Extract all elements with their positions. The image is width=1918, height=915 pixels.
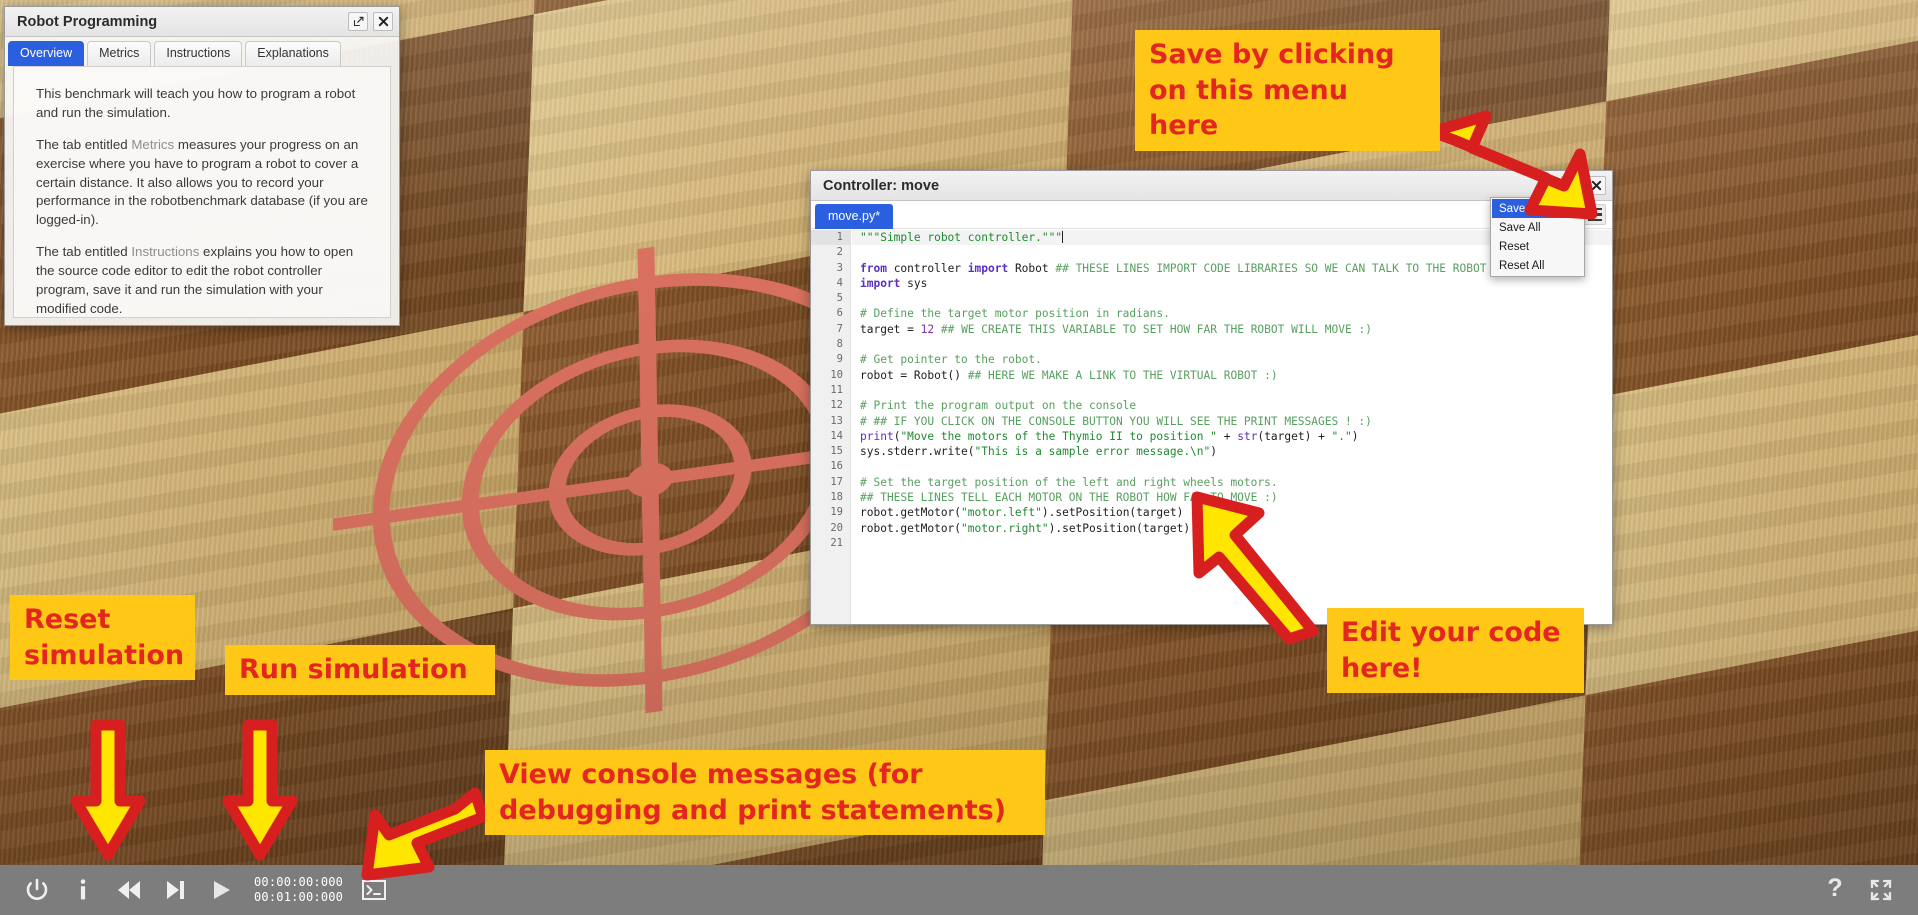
- code-line[interactable]: # Define the target motor position in ra…: [852, 306, 1612, 321]
- step-icon: [167, 881, 184, 899]
- step-button[interactable]: [152, 867, 198, 913]
- info-button[interactable]: [60, 867, 106, 913]
- code-line[interactable]: [852, 459, 1612, 474]
- line-number: 16: [830, 460, 843, 473]
- overview-paragraph-2: The tab entitled Metrics measures your p…: [36, 136, 368, 230]
- arrow-to-run-icon: [222, 719, 298, 861]
- power-button[interactable]: [14, 867, 60, 913]
- info-icon: [80, 879, 86, 900]
- line-number: 7: [836, 322, 843, 335]
- line-number: 2: [836, 246, 843, 259]
- code-line[interactable]: sys.stderr.write("This is a sample error…: [852, 444, 1612, 459]
- line-number: 1: [811, 230, 850, 246]
- annotation-console: View console messages (for debugging and…: [485, 750, 1045, 836]
- line-number: 4: [836, 276, 843, 289]
- line-number: 12: [830, 399, 843, 412]
- close-button[interactable]: [373, 12, 393, 31]
- p2-before: The tab entitled: [36, 136, 132, 152]
- code-line[interactable]: # ## IF YOU CLICK ON THE CONSOLE BUTTON …: [852, 414, 1612, 429]
- annotation-save-menu: Save by clicking on this menu here: [1135, 30, 1440, 151]
- code-line[interactable]: [852, 383, 1612, 398]
- annotation-reset-sim: Reset simulation: [10, 595, 195, 681]
- play-icon: [214, 881, 230, 899]
- menu-item-reset-all-label: Reset All: [1499, 259, 1545, 272]
- line-number: 18: [830, 491, 843, 504]
- time-current: 00:00:00:000: [254, 874, 344, 889]
- editor-window-title: Controller: move: [823, 177, 940, 194]
- time-total: 00:01:00:000: [254, 890, 344, 904]
- arrow-to-code-icon: [1191, 491, 1319, 645]
- code-line[interactable]: import sys: [852, 276, 1612, 291]
- line-number: 6: [836, 307, 843, 320]
- robot-window-title: Robot Programming: [17, 13, 158, 30]
- help-icon: ?: [1827, 875, 1842, 902]
- overview-panel: This benchmark will teach you how to pro…: [13, 66, 391, 318]
- line-number: 20: [830, 521, 843, 534]
- p2-metrics-link: Metrics: [131, 136, 175, 152]
- svg-text:?: ?: [1827, 875, 1842, 902]
- arrow-to-menu-icon: [1426, 110, 1598, 220]
- code-line[interactable]: # Get pointer to the robot.: [852, 352, 1612, 367]
- p3-before: The tab entitled: [36, 244, 132, 260]
- app-root: Robot Programming Overview Metrics Instr…: [0, 0, 1918, 915]
- code-line[interactable]: robot = Robot() ## HERE WE MAKE A LINK T…: [852, 368, 1612, 383]
- code-line[interactable]: [852, 337, 1612, 352]
- menu-item-reset-label: Reset: [1499, 240, 1530, 253]
- robot-programming-window[interactable]: Robot Programming Overview Metrics Instr…: [4, 6, 400, 326]
- overview-paragraph-3: The tab entitled Instructions explains y…: [36, 243, 368, 317]
- rewind-icon: [118, 881, 140, 899]
- help-button[interactable]: ?: [1812, 867, 1858, 913]
- file-tab-move-py[interactable]: move.py*: [815, 204, 894, 229]
- robot-window-titlebar: Robot Programming: [5, 7, 399, 37]
- code-line[interactable]: [852, 291, 1612, 306]
- power-icon: [26, 878, 48, 900]
- code-line[interactable]: print("Move the motors of the Thymio II …: [852, 429, 1612, 444]
- annotation-run-sim: Run simulation: [225, 645, 495, 695]
- menu-item-reset[interactable]: Reset: [1492, 237, 1583, 256]
- line-number: 13: [830, 414, 843, 427]
- overview-paragraph-1: This benchmark will teach you how to pro…: [36, 86, 356, 120]
- tab-metrics[interactable]: Metrics: [87, 41, 152, 66]
- line-number: 8: [836, 338, 843, 351]
- line-number: 21: [830, 536, 843, 549]
- line-number: 11: [830, 383, 843, 396]
- rewind-button[interactable]: [106, 867, 152, 913]
- fullscreen-icon: [1870, 879, 1892, 901]
- line-number: 19: [830, 506, 843, 519]
- fullscreen-button[interactable]: [1858, 867, 1904, 913]
- code-line[interactable]: target = 12 ## WE CREATE THIS VARIABLE T…: [852, 322, 1612, 337]
- annotation-edit-code: Edit your code here!: [1327, 608, 1584, 694]
- line-number-gutter: 1 2 3 4 5 6 7 8 9 10 11 12 13 14 15 16 17 18 19 20 21: [811, 230, 851, 624]
- tab-instructions[interactable]: Instructions: [154, 41, 243, 66]
- tab-overview[interactable]: Overview: [8, 41, 85, 66]
- tab-explanations[interactable]: Explanations: [245, 41, 341, 66]
- line-number: 14: [830, 429, 843, 442]
- line-number: 3: [836, 261, 843, 274]
- line-number: 5: [836, 292, 843, 305]
- popout-button[interactable]: [348, 12, 368, 31]
- line-number: 17: [830, 475, 843, 488]
- line-number: 9: [836, 353, 843, 366]
- play-button[interactable]: [198, 867, 244, 913]
- popout-icon: [353, 16, 363, 27]
- arrow-to-console-icon: [361, 787, 485, 881]
- menu-item-reset-all[interactable]: Reset All: [1492, 256, 1583, 275]
- p3-instructions-link: Instructions: [131, 244, 200, 260]
- arrow-to-reset-icon: [70, 719, 146, 861]
- close-icon: [378, 16, 388, 27]
- simulation-toolbar[interactable]: 00:00:00:000 00:01:00:000 ?: [0, 865, 1918, 915]
- code-line[interactable]: # Print the program output on the consol…: [852, 398, 1612, 413]
- robot-window-tabs[interactable]: Overview Metrics Instructions Explanatio…: [5, 40, 399, 66]
- menu-item-save-all-label: Save All: [1499, 221, 1541, 234]
- line-number: 15: [830, 445, 843, 458]
- line-number: 10: [830, 368, 843, 381]
- menu-item-save-all[interactable]: Save All: [1492, 218, 1583, 237]
- simulation-time: 00:00:00:000 00:01:00:000: [254, 875, 343, 906]
